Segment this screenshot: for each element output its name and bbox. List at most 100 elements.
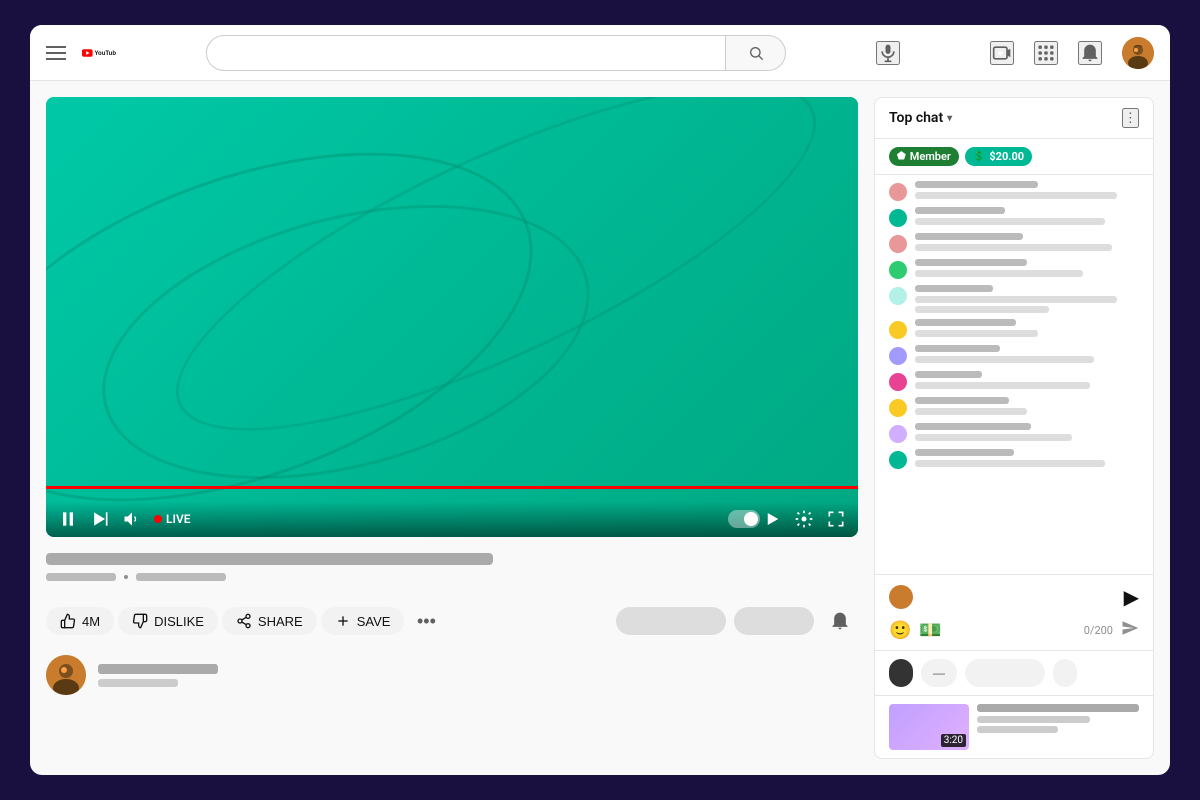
rec-info <box>977 704 1139 750</box>
filter-chip-2[interactable] <box>965 659 1045 687</box>
chat-dropdown-icon[interactable]: ▾ <box>947 113 952 124</box>
chat-message <box>889 207 1139 227</box>
member-label: Member <box>910 150 951 163</box>
left-panel: LIVE <box>46 97 858 759</box>
filter-chip-active[interactable] <box>889 659 913 687</box>
search-button[interactable] <box>726 35 786 71</box>
search-input[interactable] <box>206 35 726 71</box>
channel-info <box>98 664 858 687</box>
autoplay-toggle[interactable] <box>728 510 782 528</box>
bell-button[interactable] <box>822 603 858 639</box>
chat-panel: Top chat ▾ ⋮ ⬟ Member 💲 $20.00 <box>874 97 1154 759</box>
progress-filled <box>46 486 858 489</box>
super-chat-button[interactable]: 💵 <box>919 620 941 641</box>
like-button[interactable]: 4M <box>46 607 114 635</box>
cursor-icon: ▶ <box>1124 585 1139 609</box>
chat-message <box>889 233 1139 253</box>
message-text <box>915 296 1117 303</box>
message-username <box>915 319 1016 326</box>
share-label: SHARE <box>258 614 303 629</box>
live-dot <box>154 515 162 523</box>
main-content: LIVE <box>30 81 1170 775</box>
message-text <box>915 356 1094 363</box>
video-background <box>46 97 858 537</box>
chat-more-button[interactable]: ⋮ <box>1122 108 1139 128</box>
chat-user-avatar <box>889 585 913 609</box>
chat-message <box>889 397 1139 417</box>
message-username <box>915 259 1027 266</box>
volume-button[interactable] <box>122 509 142 529</box>
chat-message <box>889 285 1139 313</box>
create-button[interactable] <box>990 41 1014 65</box>
message-text <box>915 244 1112 251</box>
user-avatar[interactable] <box>1122 37 1154 69</box>
youtube-logo[interactable]: YouTube <box>82 41 116 65</box>
message-avatar <box>889 425 907 443</box>
channel-name <box>98 664 218 674</box>
emoji-button[interactable]: 🙂 <box>889 620 911 641</box>
message-username <box>915 285 993 292</box>
header: YouTube <box>30 25 1170 81</box>
browser-window: YouTube <box>30 25 1170 775</box>
chat-messages <box>875 175 1153 574</box>
message-username <box>915 207 1005 214</box>
channel-subs <box>98 679 178 687</box>
message-avatar <box>889 183 907 201</box>
fullscreen-button[interactable] <box>826 509 846 529</box>
member-icon: ⬟ <box>897 151 906 162</box>
progress-bar[interactable] <box>46 486 858 489</box>
message-avatar <box>889 399 907 417</box>
message-text <box>915 270 1083 277</box>
rec-meta-2 <box>977 726 1058 733</box>
meta-separator <box>124 575 128 579</box>
chat-counter: 0/200 <box>1084 624 1113 637</box>
notifications-button[interactable] <box>1078 41 1102 65</box>
message-content <box>915 181 1139 199</box>
hamburger-menu[interactable] <box>46 46 66 60</box>
settings-button[interactable] <box>794 509 814 529</box>
super-chat-badge[interactable]: 💲 $20.00 <box>965 147 1032 166</box>
mic-button[interactable] <box>876 41 900 65</box>
chat-input[interactable] <box>921 583 1116 611</box>
recommended-video[interactable]: 3:20 <box>875 695 1153 758</box>
save-button[interactable]: SAVE <box>321 607 405 635</box>
share-button[interactable]: SHARE <box>222 607 317 635</box>
super-chat-amount: $20.00 <box>989 150 1024 163</box>
message-text <box>915 434 1072 441</box>
like-count: 4M <box>82 614 100 629</box>
message-username <box>915 449 1014 456</box>
filter-chip-1[interactable]: — <box>921 659 957 687</box>
join-placeholder <box>734 607 814 635</box>
video-controls: LIVE <box>46 501 858 537</box>
chat-title-text: Top chat <box>889 110 943 126</box>
next-button[interactable] <box>90 509 110 529</box>
rec-meta-1 <box>977 716 1090 723</box>
filter-chip-3[interactable] <box>1053 659 1077 687</box>
channel-avatar[interactable] <box>46 655 86 695</box>
chat-message <box>889 449 1139 469</box>
apps-button[interactable] <box>1034 41 1058 65</box>
more-options-button[interactable]: ••• <box>408 603 444 639</box>
live-badge: LIVE <box>154 512 191 526</box>
message-text-2 <box>915 306 1049 313</box>
member-badge[interactable]: ⬟ Member <box>889 147 959 166</box>
chat-input-area: ▶ 🙂 💵 0/200 <box>875 574 1153 650</box>
pause-button[interactable] <box>58 509 78 529</box>
video-info <box>46 549 858 591</box>
message-avatar <box>889 235 907 253</box>
message-avatar <box>889 321 907 339</box>
super-chat-icon: 💲 <box>973 151 985 162</box>
toggle-track <box>728 510 760 528</box>
dislike-button[interactable]: DISLIKE <box>118 607 218 635</box>
message-username <box>915 423 1031 430</box>
send-button[interactable] <box>1121 619 1139 642</box>
video-player[interactable]: LIVE <box>46 97 858 537</box>
message-text <box>915 192 1117 199</box>
channel-row <box>46 651 858 699</box>
chat-message <box>889 423 1139 443</box>
message-text <box>915 460 1105 467</box>
rec-title <box>977 704 1139 712</box>
search-bar <box>206 35 786 71</box>
video-actions: 4M DISLIKE SHARE <box>46 603 858 639</box>
message-text <box>915 218 1105 225</box>
